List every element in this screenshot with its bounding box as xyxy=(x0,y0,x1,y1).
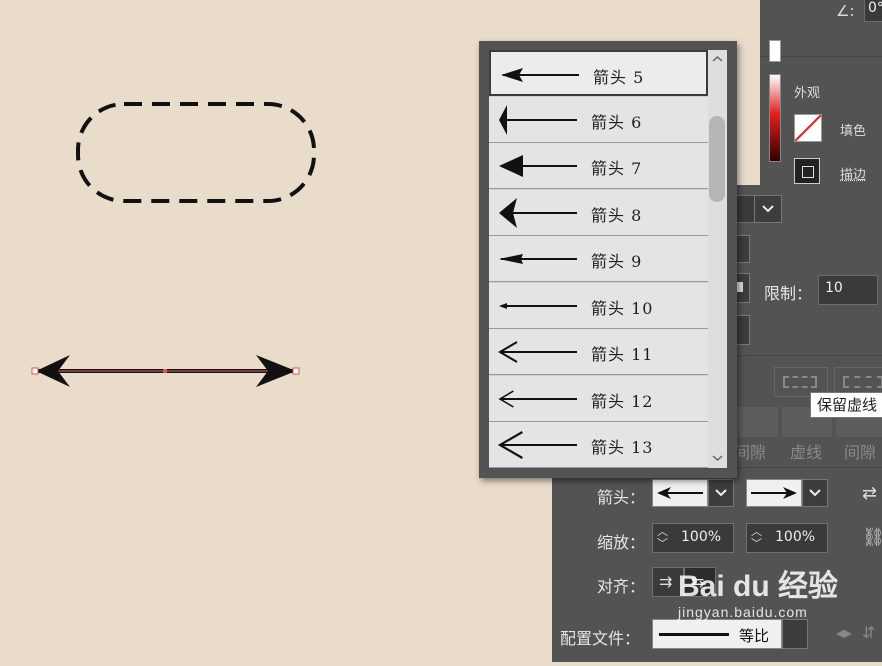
scroll-down-icon xyxy=(713,456,722,460)
no-fill-icon xyxy=(795,115,821,141)
arrowhead-option[interactable]: 箭头 10 xyxy=(489,283,708,329)
stepper-arrows-icon: ︿ ﹀ xyxy=(751,526,762,550)
scrollbar-graphics xyxy=(708,50,727,468)
arrowhead-list-scrollbar[interactable] xyxy=(708,50,727,468)
align-extend-icon: ⇉ xyxy=(659,572,672,591)
arrowhead-option-label: 箭头 12 xyxy=(591,388,653,412)
double-arrow-line xyxy=(32,355,299,387)
arrowhead-option-label: 箭头 13 xyxy=(591,434,653,458)
dash-header: 虚线 xyxy=(790,439,822,463)
color-gradient-slider[interactable] xyxy=(769,74,781,162)
arrowhead-option[interactable]: 箭头 13 xyxy=(489,422,708,468)
dashed-icon xyxy=(783,376,817,388)
angle-icon: ∠: xyxy=(836,2,855,20)
start-scale-value: 100% xyxy=(681,529,721,545)
anchor-point-right xyxy=(293,368,299,374)
tooltip: 保留虚线 xyxy=(810,392,882,418)
flip-vertical-icon[interactable]: ⇵ xyxy=(862,623,875,642)
color-slider-swatch[interactable] xyxy=(769,40,781,62)
arrowhead-preview-icon xyxy=(495,244,579,274)
anchor-point-left xyxy=(32,368,38,374)
limit-field[interactable]: 10 xyxy=(818,275,878,305)
arrowhead-option[interactable]: 箭头 6 xyxy=(489,97,708,143)
arrowhead-preview-icon xyxy=(497,60,581,90)
arrowhead-list[interactable]: 箭头 5 箭头 6 箭头 7 箭头 8 箭头 9 箭头 10 箭头 11 箭头 12 箭头 13 xyxy=(489,50,708,468)
watermark-brand: Bai du 经验 xyxy=(678,570,838,604)
chevron-down-icon xyxy=(755,196,781,222)
baidu-watermark: Bai du 经验 jingyan.baidu.com xyxy=(678,570,838,620)
profile-dropdown[interactable]: 等比 xyxy=(652,619,782,649)
arrowhead-preview-icon xyxy=(495,384,579,414)
center-point xyxy=(163,369,167,373)
stroke-swatch[interactable] xyxy=(794,158,820,184)
gap-header-2: 间隙 xyxy=(844,439,876,463)
scroll-up-icon xyxy=(713,57,722,61)
fill-swatch[interactable] xyxy=(794,114,822,142)
arrowhead-preview-icon xyxy=(495,198,579,228)
link-scale-icon[interactable]: ⛓ xyxy=(862,527,882,548)
arrowhead-option[interactable]: 箭头 8 xyxy=(489,190,708,236)
arrowhead-option-label: 箭头 8 xyxy=(591,202,642,226)
appearance-panel: ∠: 0° 外观 填色 描边 xyxy=(760,0,882,185)
end-scale-value: 100% xyxy=(775,529,815,545)
scale-label: 缩放： xyxy=(597,529,645,553)
arrowhead-option[interactable]: 箭头 7 xyxy=(489,143,708,189)
gap-header-1: 间隙 xyxy=(734,439,766,463)
appearance-title: 外观 xyxy=(794,82,820,101)
arrowhead-option-label: 箭头 6 xyxy=(591,109,642,133)
profile-label: 配置文件： xyxy=(560,625,640,649)
arrowhead-right-icon xyxy=(747,480,801,506)
scrollbar-thumb xyxy=(709,116,725,202)
arrowhead-preview-icon xyxy=(495,337,579,367)
arrowheads-label: 箭头： xyxy=(597,484,645,508)
arrowhead-preview-icon xyxy=(495,430,579,460)
stroke-label[interactable]: 描边 xyxy=(840,164,866,183)
arrowhead-option-label: 箭头 5 xyxy=(593,64,644,88)
start-scale-stepper[interactable]: ︿ ﹀ 100% xyxy=(652,523,734,553)
arrowhead-option[interactable]: 箭头 12 xyxy=(489,376,708,422)
dashed-corner-icon xyxy=(843,376,882,388)
flip-profile-icon[interactable]: ◂▸ xyxy=(836,623,852,642)
arrowhead-option-label: 箭头 11 xyxy=(591,341,653,365)
arrowhead-left-icon xyxy=(653,480,707,506)
swap-arrowheads-icon[interactable]: ⇄ xyxy=(862,483,877,504)
start-arrowhead-chevron[interactable] xyxy=(708,479,734,507)
stroke-swatch-inner-icon xyxy=(802,166,814,178)
arrowhead-option[interactable]: 箭头 11 xyxy=(489,329,708,375)
align-label: 对齐： xyxy=(597,573,645,597)
end-arrowhead-dropdown[interactable] xyxy=(746,479,802,507)
profile-line-icon xyxy=(659,633,729,636)
chevron-down-icon xyxy=(709,480,733,506)
end-arrowhead-chevron[interactable] xyxy=(802,479,828,507)
profile-chevron[interactable] xyxy=(782,619,808,649)
limit-label: 限制： xyxy=(764,280,812,304)
arrowhead-preview-icon xyxy=(495,151,579,181)
profile-value: 等比 xyxy=(739,625,769,646)
arrowhead-option-label: 箭头 10 xyxy=(591,295,653,319)
angle-field[interactable]: 0° xyxy=(864,0,882,22)
arrowhead-preview-icon xyxy=(495,291,579,321)
start-arrowhead-dropdown[interactable] xyxy=(652,479,708,507)
arrowhead-option-label: 箭头 7 xyxy=(591,155,642,179)
arrowhead-option-label: 箭头 9 xyxy=(591,248,642,272)
limit-value: 10 xyxy=(825,280,843,296)
stepper-arrows-icon: ︿ ﹀ xyxy=(657,526,668,550)
chevron-down-icon xyxy=(803,480,827,506)
arrowhead-option[interactable]: 箭头 9 xyxy=(489,236,708,282)
end-scale-stepper[interactable]: ︿ ﹀ 100% xyxy=(746,523,828,553)
arrowhead-option[interactable]: 箭头 5 xyxy=(489,50,708,96)
dashed-rounded-rectangle xyxy=(78,104,314,201)
arrowhead-preview-icon xyxy=(495,105,579,135)
fill-label: 填色 xyxy=(840,120,866,139)
stroke-weight-dropdown-button[interactable] xyxy=(754,195,782,223)
watermark-url: jingyan.baidu.com xyxy=(678,604,838,620)
angle-value: 0° xyxy=(865,0,882,16)
